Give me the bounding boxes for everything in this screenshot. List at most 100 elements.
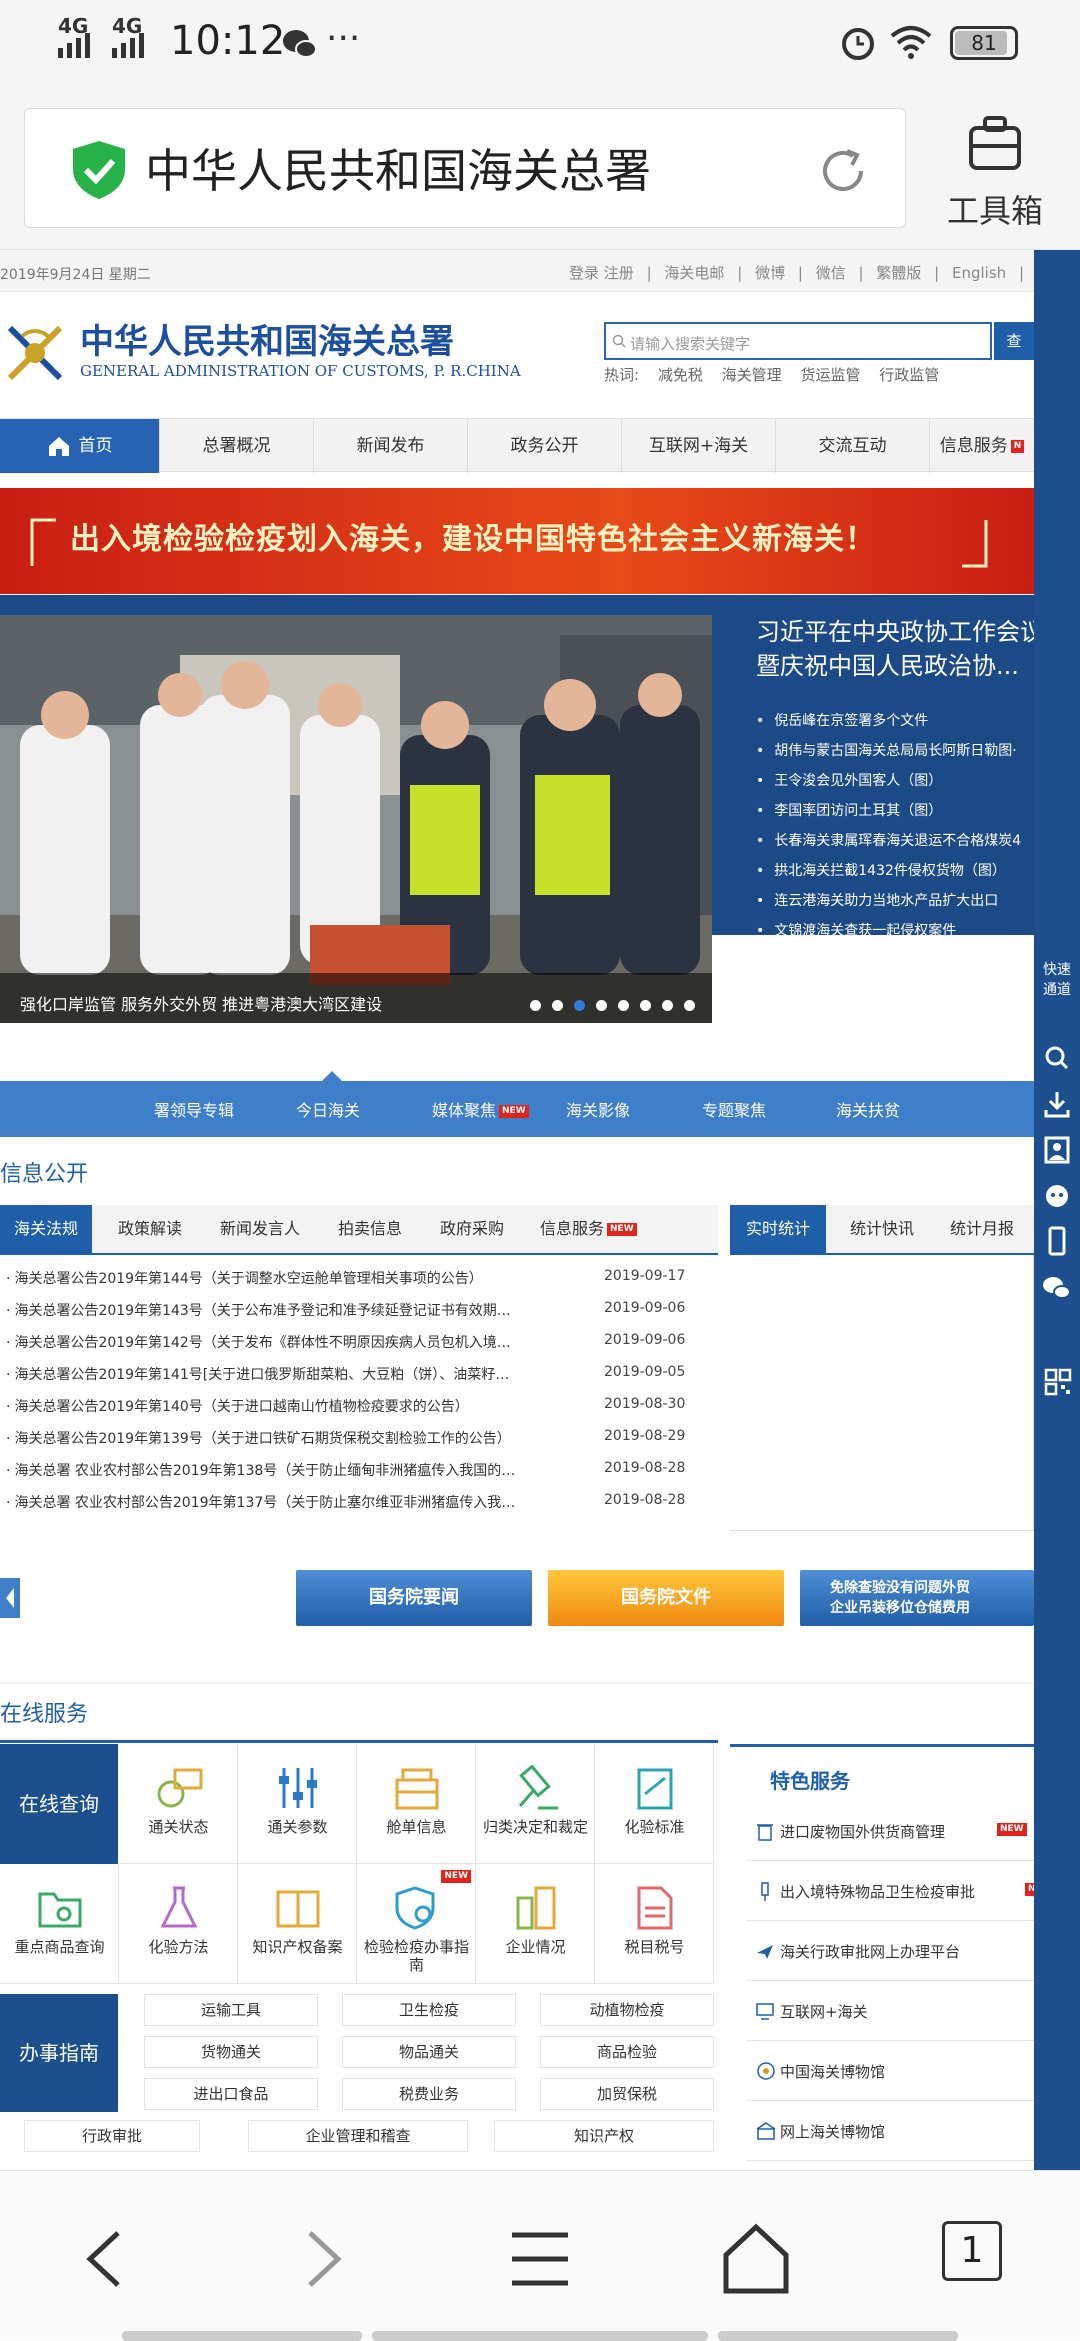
weibo-link[interactable]: 微博 (755, 264, 785, 282)
featured-service-item[interactable]: 海关行政审批网上办理平台 (746, 1921, 1034, 1981)
english-link[interactable]: English (952, 264, 1006, 282)
hero-headline[interactable]: 习近平在中央政协工作会议 暨庆祝中国人民政治协... (756, 615, 1034, 683)
hot-word-link[interactable]: 货运监管 (800, 366, 860, 384)
featured-service-item[interactable]: 中国海关博物馆 (746, 2041, 1034, 2101)
guide-tax-business[interactable]: 税费业务 (342, 2078, 516, 2110)
search-icon[interactable] (1034, 1040, 1080, 1076)
policy-banner[interactable]: 出入境检验检疫划入海关，建设中国特色社会主义新海关！ (0, 488, 1034, 594)
announcement-row[interactable]: 海关总署公告2019年第142号（关于发布《群体性不明原因疾病人员包机入境… 20… (0, 1324, 718, 1356)
service-tariff-codes[interactable]: 税目税号 (595, 1864, 714, 1984)
hero-photo[interactable]: 强化口岸监管 服务外交外贸 推进粤港澳大湾区建设 (0, 615, 712, 1023)
site-title-cn[interactable]: 中华人民共和国海关总署 (80, 314, 454, 363)
service-clearance-status[interactable]: 通关状态 (119, 1744, 238, 1864)
user-card-icon[interactable] (1034, 1132, 1080, 1168)
search-button[interactable]: 查 (994, 322, 1034, 360)
qr-code-icon[interactable] (1034, 1366, 1080, 1402)
state-council-news-link[interactable]: 国务院要闻 (296, 1570, 532, 1626)
service-lab-methods[interactable]: 化验方法 (119, 1864, 238, 1984)
nav-home[interactable]: 首页 (0, 419, 160, 473)
service-manifest-info[interactable]: 舱单信息 (357, 1744, 476, 1864)
featured-service-item[interactable]: 网上海关博物馆 (746, 2101, 1034, 2161)
guide-intellectual-property[interactable]: 知识产权 (494, 2120, 714, 2152)
hero-news-item[interactable]: 连云港海关助力当地水产品扩大出口 (756, 890, 1034, 920)
service-enterprise-info[interactable]: 企业情况 (476, 1864, 595, 1984)
hero-news-item[interactable]: “龙腾行动”两月 深圳海关查获侵权货 (756, 950, 1034, 980)
tab-customs-regulations[interactable]: 海关法规 (0, 1205, 93, 1253)
tab-auction-info[interactable]: 拍卖信息 (324, 1205, 416, 1253)
home-icon[interactable] (716, 2219, 796, 2299)
nav-info-service[interactable]: 信息服务 N (930, 419, 1034, 473)
state-council-docs-link[interactable]: 国务院文件 (548, 1570, 784, 1626)
guide-bonded-processing[interactable]: 加贸保税 (540, 2078, 714, 2110)
hero-news-item[interactable]: 长春海关隶属珲春海关退运不合格煤炭4 (756, 830, 1034, 860)
nav-interaction[interactable]: 交流互动 (776, 419, 930, 473)
service-lab-standards[interactable]: 化验标准 (595, 1744, 714, 1864)
announcement-row[interactable]: 海关总署 农业农村部公告2019年第138号（关于防止缅甸非洲猪瘟传入我国的… 2… (0, 1452, 718, 1484)
site-search-input[interactable]: 请输入搜索关键字 (604, 322, 992, 360)
hero-news-item[interactable]: 文锦渡海关查获一起侵权案件 (756, 920, 1034, 950)
guide-import-export-food[interactable]: 进出口食品 (144, 2078, 318, 2110)
announcement-row[interactable]: 海关总署公告2019年第139号（关于进口铁矿石期货保税交割检验工作的公告） 20… (0, 1420, 718, 1452)
carousel-dot[interactable] (596, 1000, 607, 1011)
hero-news-item[interactable]: 拱北海关拦截1432件侵权货物（图） (756, 860, 1034, 890)
reload-icon[interactable] (815, 143, 871, 199)
customs-emblem-logo[interactable] (2, 320, 68, 386)
hero-caption[interactable]: 强化口岸监管 服务外交外贸 推进粤港澳大湾区建设 (0, 973, 712, 1023)
featured-service-item[interactable]: 出入境特殊物品卫生检疫审批 NEW (746, 1861, 1034, 1921)
tab-today-customs[interactable]: 今日海关 (296, 1097, 360, 1121)
hero-news-item[interactable]: 胡伟与蒙古国海关总局局长阿斯日勒图· (756, 740, 1034, 770)
tab-leadership[interactable]: 署领导专辑 (154, 1097, 234, 1121)
nav-overview[interactable]: 总署概况 (160, 419, 314, 473)
toolbox-button[interactable]: 工具箱 (930, 110, 1060, 230)
nav-government-affairs[interactable]: 政务公开 (468, 419, 622, 473)
tab-info-service[interactable]: 信息服务 NEW (526, 1205, 651, 1253)
tab-government-procurement[interactable]: 政府采购 (426, 1205, 518, 1253)
tab-stats-bulletin[interactable]: 统计快讯 (834, 1205, 930, 1253)
hot-word-link[interactable]: 海关管理 (722, 366, 782, 384)
service-classification-ruling[interactable]: 归类决定和裁定 (476, 1744, 595, 1864)
carousel-dot[interactable] (530, 1000, 541, 1011)
back-icon[interactable] (66, 2219, 146, 2299)
announcement-row[interactable]: 海关总署公告2019年第143号（关于公布准予登记和准予续延登记证书有效期… 20… (0, 1292, 718, 1324)
service-key-goods-query[interactable]: 重点商品查询 (0, 1864, 119, 1984)
service-inspection-guide[interactable]: NEW 检验检疫办事指南 (357, 1864, 476, 1984)
inspection-fee-exemption-link[interactable]: 免除查验没有问题外贸 企业吊装移位仓储费用 (800, 1570, 1034, 1626)
guide-plant-animal-quarantine[interactable]: 动植物检疫 (540, 1994, 714, 2026)
carousel-dot[interactable] (552, 1000, 563, 1011)
menu-icon[interactable] (500, 2219, 580, 2299)
nav-internet-customs[interactable]: 互联网+海关 (622, 419, 776, 473)
customs-mail-link[interactable]: 海关电邮 (664, 264, 724, 282)
carousel-dot[interactable] (640, 1000, 651, 1011)
tab-customs-images[interactable]: 海关影像 (566, 1097, 630, 1121)
service-ip-filing[interactable]: 知识产权备案 (238, 1864, 357, 1984)
announcement-row[interactable]: 海关总署公告2019年第141号[关于进口俄罗斯甜菜粕、大豆粕（饼）、油菜籽… 2… (0, 1356, 718, 1388)
hero-news-item[interactable]: 李国率团访问土耳其（图） (756, 800, 1034, 830)
announcement-row[interactable]: 海关总署 农业农村部公告2019年第137号（关于防止塞尔维亚非洲猪瘟传入我… 2… (0, 1484, 718, 1516)
carousel-dot[interactable] (618, 1000, 629, 1011)
tab-special-focus[interactable]: 专题聚焦 (702, 1097, 766, 1121)
wechat-link[interactable]: 微信 (816, 264, 846, 282)
login-link[interactable]: 登录 注册 (569, 264, 634, 282)
nav-news-release[interactable]: 新闻发布 (314, 419, 468, 473)
guide-transport[interactable]: 运输工具 (144, 1994, 318, 2026)
hero-news-item[interactable]: 倪岳峰在京签署多个文件 (756, 710, 1034, 740)
featured-service-item[interactable]: 互联网+海关 (746, 1981, 1034, 2041)
tab-realtime-stats[interactable]: 实时统计 (730, 1205, 827, 1253)
tabs-button[interactable]: 1 (942, 2221, 1002, 2281)
carousel-dot-active[interactable] (574, 1000, 585, 1011)
guide-goods-clearance[interactable]: 货物通关 (144, 2036, 318, 2068)
guide-items-clearance[interactable]: 物品通关 (342, 2036, 516, 2068)
hot-word-link[interactable]: 行政监管 (879, 366, 939, 384)
featured-service-item[interactable]: 进口废物国外供货商管理 NEW (746, 1801, 1034, 1861)
hero-news-item[interactable]: 王令浚会见外国客人（图） (756, 770, 1034, 800)
traditional-chinese-link[interactable]: 繁體版 (876, 264, 921, 282)
guide-commodity-inspection[interactable]: 商品检验 (540, 2036, 714, 2068)
mobile-icon[interactable] (1034, 1224, 1080, 1260)
download-icon[interactable] (1034, 1086, 1080, 1122)
wechat-icon[interactable] (1034, 1270, 1080, 1306)
tab-monthly-stats[interactable]: 统计月报 (934, 1205, 1030, 1253)
announcement-row[interactable]: 海关总署公告2019年第140号（关于进口越南山竹植物检疫要求的公告） 2019-… (0, 1388, 718, 1420)
hot-word-link[interactable]: 减免税 (658, 366, 703, 384)
tab-poverty-relief[interactable]: 海关扶贫 (836, 1097, 900, 1121)
url-field[interactable]: 中华人民共和国海关总署 (24, 108, 906, 228)
